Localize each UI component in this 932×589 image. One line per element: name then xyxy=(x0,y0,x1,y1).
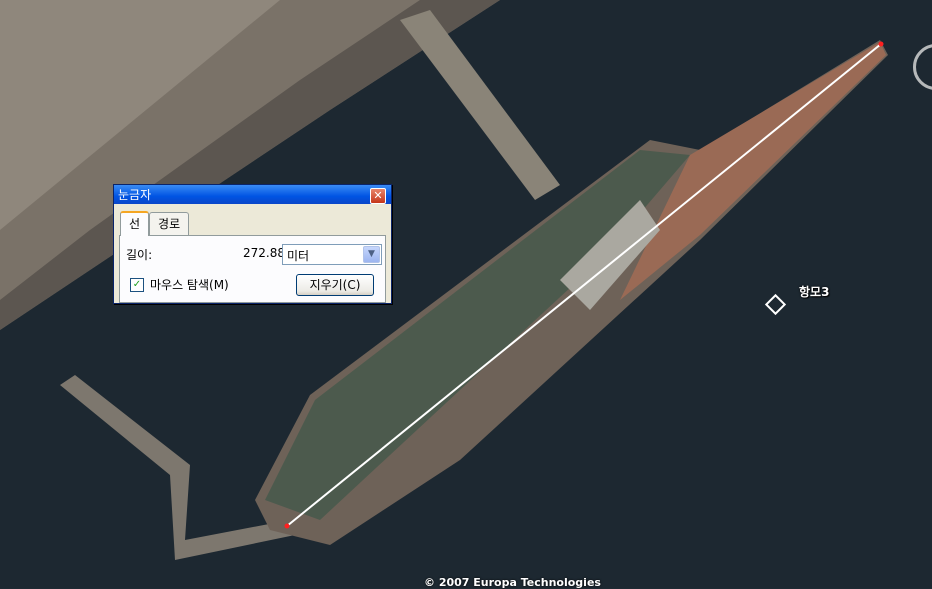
placemark-label[interactable]: 항모3 xyxy=(799,283,829,300)
close-icon[interactable]: ✕ xyxy=(370,188,386,204)
length-value: 272.88 xyxy=(243,246,285,260)
tab-panel: 길이: 272.88 미터 ▼ ✓ 마우스 탐색(M) 지우기(C) xyxy=(119,235,386,303)
ruler-dialog: 눈금자 ✕ 선 경로 길이: 272.88 미터 ▼ ✓ 마우스 탐색(M) 지… xyxy=(113,184,392,304)
clear-button[interactable]: 지우기(C) xyxy=(296,274,374,296)
unit-selected: 미터 xyxy=(287,249,310,263)
tab-line[interactable]: 선 xyxy=(120,211,150,236)
chevron-down-icon[interactable]: ▼ xyxy=(363,246,380,263)
measure-start-point[interactable] xyxy=(284,523,290,529)
dialog-title: 눈금자 xyxy=(118,188,152,202)
length-label: 길이: xyxy=(126,248,153,262)
measure-end-point[interactable] xyxy=(878,41,884,47)
mouse-nav-checkbox[interactable]: ✓ xyxy=(130,278,144,292)
tab-path[interactable]: 경로 xyxy=(149,212,190,235)
dialog-titlebar[interactable]: 눈금자 ✕ xyxy=(114,185,391,204)
copyright-text: © 2007 Europa Technologies xyxy=(424,576,601,589)
unit-select[interactable]: 미터 ▼ xyxy=(282,244,382,265)
mouse-nav-label[interactable]: 마우스 탐색(M) xyxy=(150,276,229,293)
ruler-tabs: 선 경로 xyxy=(120,211,190,237)
